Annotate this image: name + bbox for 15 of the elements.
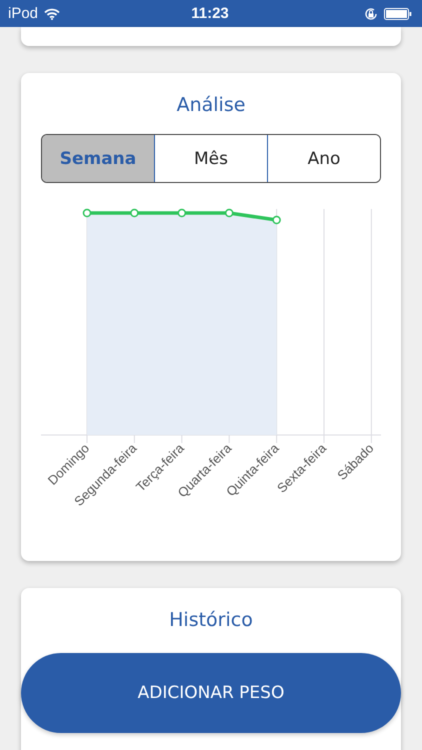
- data-point: [82, 208, 92, 218]
- clock-time: 11:23: [191, 5, 229, 22]
- period-tab[interactable]: Ano: [267, 135, 380, 182]
- data-point: [130, 208, 139, 218]
- wifi-icon: [44, 8, 60, 20]
- card-title: Análise: [176, 93, 246, 117]
- data-point: [224, 208, 234, 218]
- carrier-label: iPod: [8, 5, 38, 22]
- rotation-lock-icon: [364, 6, 378, 20]
- add-weight-button[interactable]: ADICIONAR PESO: [21, 653, 401, 733]
- battery-icon: [384, 8, 412, 20]
- data-point: [272, 216, 281, 224]
- card-title: Histórico: [168, 608, 254, 632]
- period-tab[interactable]: Semana: [42, 135, 154, 182]
- data-point: [178, 208, 186, 218]
